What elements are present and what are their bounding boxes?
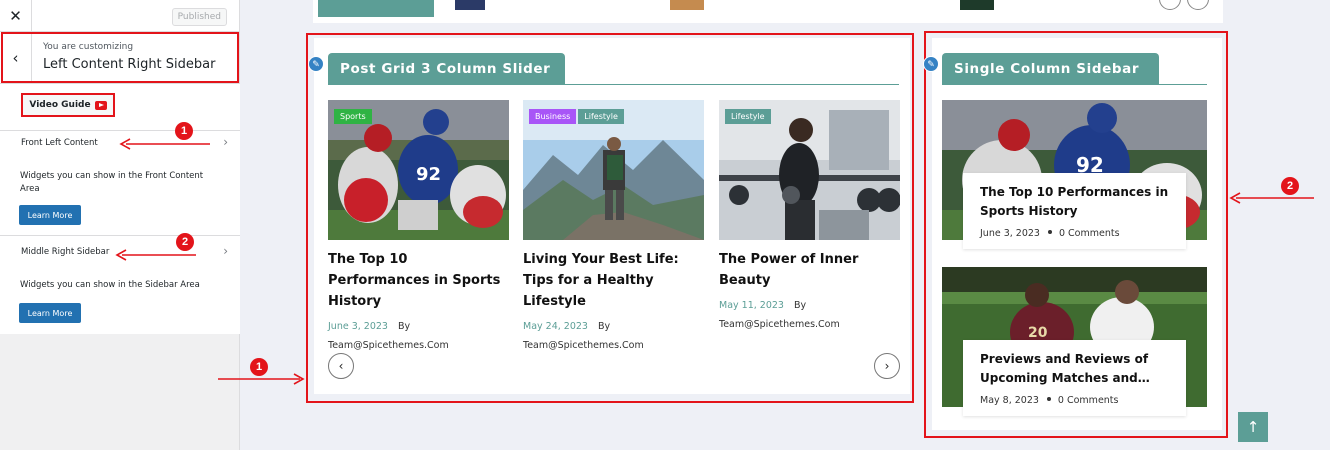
section-title-underline <box>942 84 1207 85</box>
post-image-gym[interactable]: Lifestyle <box>719 100 900 240</box>
post-title[interactable]: Living Your Best Life: Tips for a Health… <box>523 249 704 312</box>
annotation-badge-2: 2 <box>176 233 194 251</box>
chevron-right-icon: › <box>223 135 228 149</box>
post-image-football[interactable]: 92 Sports <box>328 100 509 240</box>
annotation-arrow <box>119 138 210 150</box>
post-tags: Lifestyle <box>725 109 771 124</box>
post-tags: Business Lifestyle <box>529 109 624 124</box>
sidebar-section-title: Single Column Sidebar <box>942 53 1159 85</box>
post-title[interactable]: The Top 10 Performances in Sports Histor… <box>328 249 509 312</box>
sidebar-post-title[interactable]: The Top 10 Performances in Sports Histor… <box>980 183 1169 221</box>
sidebar-post-comments[interactable]: 0 Comments <box>1058 395 1119 406</box>
post-date[interactable]: June 3, 2023 <box>328 321 388 332</box>
post-tags: Sports <box>334 109 372 124</box>
youtube-icon <box>94 100 107 110</box>
published-button[interactable]: Published <box>171 8 227 26</box>
post-title[interactable]: The Power of Inner Beauty <box>719 249 900 291</box>
strip-thumbnail <box>670 0 704 10</box>
video-guide-button[interactable]: Video Guide <box>21 93 115 117</box>
arrow-up-icon: ↑ <box>1246 418 1260 436</box>
chevron-right-icon: › <box>223 244 228 258</box>
sidebar-post-comments[interactable]: 0 Comments <box>1059 228 1120 239</box>
chevron-right-icon: › <box>884 359 890 373</box>
learn-more-button[interactable]: Learn More <box>19 303 81 323</box>
post-by-label: By <box>597 321 611 332</box>
close-icon[interactable]: ✕ <box>0 0 32 32</box>
section-title-underline <box>328 84 899 85</box>
meta-separator-dot <box>1047 230 1052 234</box>
annotation-badge-1: 1 <box>175 122 193 140</box>
post-date[interactable]: May 11, 2023 <box>719 300 784 311</box>
tag-sports[interactable]: Sports <box>334 109 372 124</box>
panel-item-description: Widgets you can show in the Front Conten… <box>20 171 204 194</box>
edit-pencil-icon[interactable]: ✎ <box>308 56 324 72</box>
learn-more-button[interactable]: Learn More <box>19 205 81 225</box>
post-author[interactable]: Team@Spicethemes.Com <box>328 340 449 351</box>
annotation-badge-1: 1 <box>250 358 268 376</box>
post-author[interactable]: Team@Spicethemes.Com <box>523 340 644 351</box>
strip-next-button[interactable] <box>1187 0 1209 10</box>
post-meta: June 3, 2023 By Team@Spicethemes.Com <box>328 317 509 355</box>
chevron-left-icon: ‹ <box>338 359 344 373</box>
strip-thumbnail <box>960 0 994 10</box>
slider-post-card[interactable]: 92 Sports The Top 10 Performances in Spo… <box>328 100 509 355</box>
panel-item-description: Widgets you can show in the Sidebar Area <box>20 280 200 290</box>
slider-prev-button[interactable]: ‹ <box>328 353 354 379</box>
panel-item-label: Middle Right Sidebar <box>21 247 110 257</box>
strip-prev-button[interactable] <box>1159 0 1181 10</box>
customizer-panel: ✕ Published ‹ You are customizing Left C… <box>0 0 240 450</box>
post-meta: May 11, 2023 By Team@Spicethemes.Com <box>719 296 900 334</box>
post-date[interactable]: May 24, 2023 <box>523 321 588 332</box>
sidebar-post-caption: Previews and Reviews of Upcoming Matches… <box>963 340 1186 416</box>
customizer-panel-body: Video Guide Front Left Content › Widgets… <box>0 84 240 334</box>
annotation-arrow <box>1229 192 1314 204</box>
sidebar-post-caption: The Top 10 Performances in Sports Histor… <box>963 173 1186 249</box>
slider-section-title: Post Grid 3 Column Slider <box>328 53 565 85</box>
panel-item-label: Front Left Content <box>21 138 98 148</box>
previous-widget-strip <box>313 0 1223 23</box>
sidebar-post-meta: May 8, 2023 0 Comments <box>980 395 1169 406</box>
tag-lifestyle[interactable]: Lifestyle <box>578 109 624 124</box>
post-by-label: By <box>397 321 411 332</box>
sidebar-post-title[interactable]: Previews and Reviews of Upcoming Matches… <box>980 350 1169 388</box>
sidebar-post-date[interactable]: May 8, 2023 <box>980 395 1039 406</box>
post-image-mountain[interactable]: Business Lifestyle <box>523 100 704 240</box>
post-author[interactable]: Team@Spicethemes.Com <box>719 319 840 330</box>
scroll-to-top-button[interactable]: ↑ <box>1238 412 1268 442</box>
meta-separator-dot <box>1046 397 1051 401</box>
slider-post-card[interactable]: Lifestyle The Power of Inner Beauty May … <box>719 100 900 334</box>
post-by-label: By <box>793 300 807 311</box>
svg-text:92: 92 <box>416 164 441 185</box>
divider <box>0 130 240 131</box>
svg-text:20: 20 <box>1028 325 1048 341</box>
strip-banner <box>318 0 434 17</box>
post-meta: May 24, 2023 By Team@Spicethemes.Com <box>523 317 704 355</box>
strip-thumbnail <box>455 0 485 10</box>
slider-next-button[interactable]: › <box>874 353 900 379</box>
slider-post-card[interactable]: Business Lifestyle Living Your Best Life… <box>523 100 704 355</box>
video-guide-label: Video Guide <box>29 100 91 110</box>
sidebar-post-date[interactable]: June 3, 2023 <box>980 228 1040 239</box>
annotation-badge-2: 2 <box>1281 177 1299 195</box>
edit-pencil-icon[interactable]: ✎ <box>923 56 939 72</box>
tag-business[interactable]: Business <box>529 109 577 124</box>
sidebar-post-meta: June 3, 2023 0 Comments <box>980 228 1169 239</box>
annotation-highlight-header <box>1 32 239 83</box>
customizer-topbar: ✕ Published <box>0 0 239 32</box>
divider <box>0 235 240 236</box>
tag-lifestyle[interactable]: Lifestyle <box>725 109 771 124</box>
